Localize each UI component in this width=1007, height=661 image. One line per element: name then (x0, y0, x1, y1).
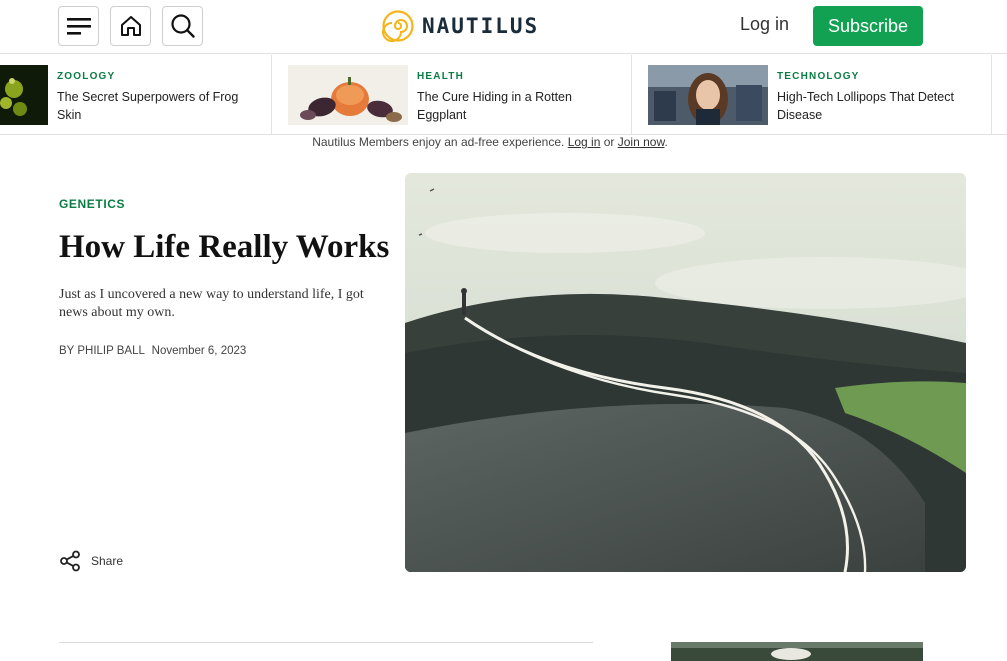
home-button[interactable] (110, 6, 151, 46)
site-header: NAUTILUS Log in Subscribe (0, 0, 1007, 54)
publish-date: November 6, 2023 (151, 345, 247, 357)
member-notice: Nautilus Members enjoy an ad-free experi… (0, 135, 980, 149)
hero-image (405, 173, 966, 572)
ticker-title[interactable]: High-Tech Lollipops That Detect Disease (777, 88, 977, 124)
notice-login-link[interactable]: Log in (568, 135, 601, 149)
notice-join-link[interactable]: Join now (618, 135, 665, 149)
search-icon (170, 14, 195, 38)
notice-text: Nautilus Members enjoy an ad-free experi… (312, 135, 565, 149)
ticker-title[interactable]: The Cure Hiding in a Rotten Eggplant (417, 88, 617, 124)
ticker-category: HEALTH (417, 71, 465, 82)
home-icon (120, 16, 141, 36)
subscribe-button[interactable]: Subscribe (813, 6, 923, 46)
ticker-thumbnail (288, 65, 408, 125)
article-title: How Life Really Works (59, 229, 390, 265)
search-button[interactable] (162, 6, 203, 46)
ticker-thumbnail (648, 65, 768, 125)
nautilus-logo-icon (382, 10, 414, 42)
ticker-thumbnail (0, 65, 48, 125)
menu-icon (66, 18, 91, 35)
ticker-item[interactable]: TECHNOLOGY High-Tech Lollipops That Dete… (632, 55, 992, 135)
related-stories-strip: ZOOLOGY The Secret Superpowers of Frog S… (0, 55, 1007, 135)
ticker-item[interactable]: HEALTH The Cure Hiding in a Rotten Eggpl… (272, 55, 632, 135)
login-link[interactable]: Log in (740, 14, 789, 35)
author-name[interactable]: PHILIP BALL (77, 345, 144, 357)
ticker-category: TECHNOLOGY (777, 71, 860, 82)
article-dek: Just as I uncovered a new way to underst… (59, 287, 364, 320)
section-divider (59, 642, 593, 643)
site-logo[interactable]: NAUTILUS (382, 10, 539, 42)
menu-button[interactable] (58, 6, 99, 46)
sidebar-image (671, 642, 923, 661)
share-icon (60, 550, 80, 572)
ticker-category: ZOOLOGY (57, 71, 116, 82)
article-category[interactable]: GENETICS (59, 197, 125, 211)
share-button[interactable]: Share (59, 550, 123, 572)
article-byline: BY PHILIP BALL November 6, 2023 (59, 345, 246, 357)
byline-prefix: BY (59, 345, 75, 357)
notice-or: or (603, 135, 615, 149)
logo-wordmark: NAUTILUS (422, 14, 540, 38)
notice-end: . (664, 135, 668, 149)
share-label: Share (91, 554, 124, 568)
ticker-item[interactable]: ZOOLOGY The Secret Superpowers of Frog S… (0, 55, 272, 135)
ticker-title[interactable]: The Secret Superpowers of Frog Skin (57, 88, 257, 124)
